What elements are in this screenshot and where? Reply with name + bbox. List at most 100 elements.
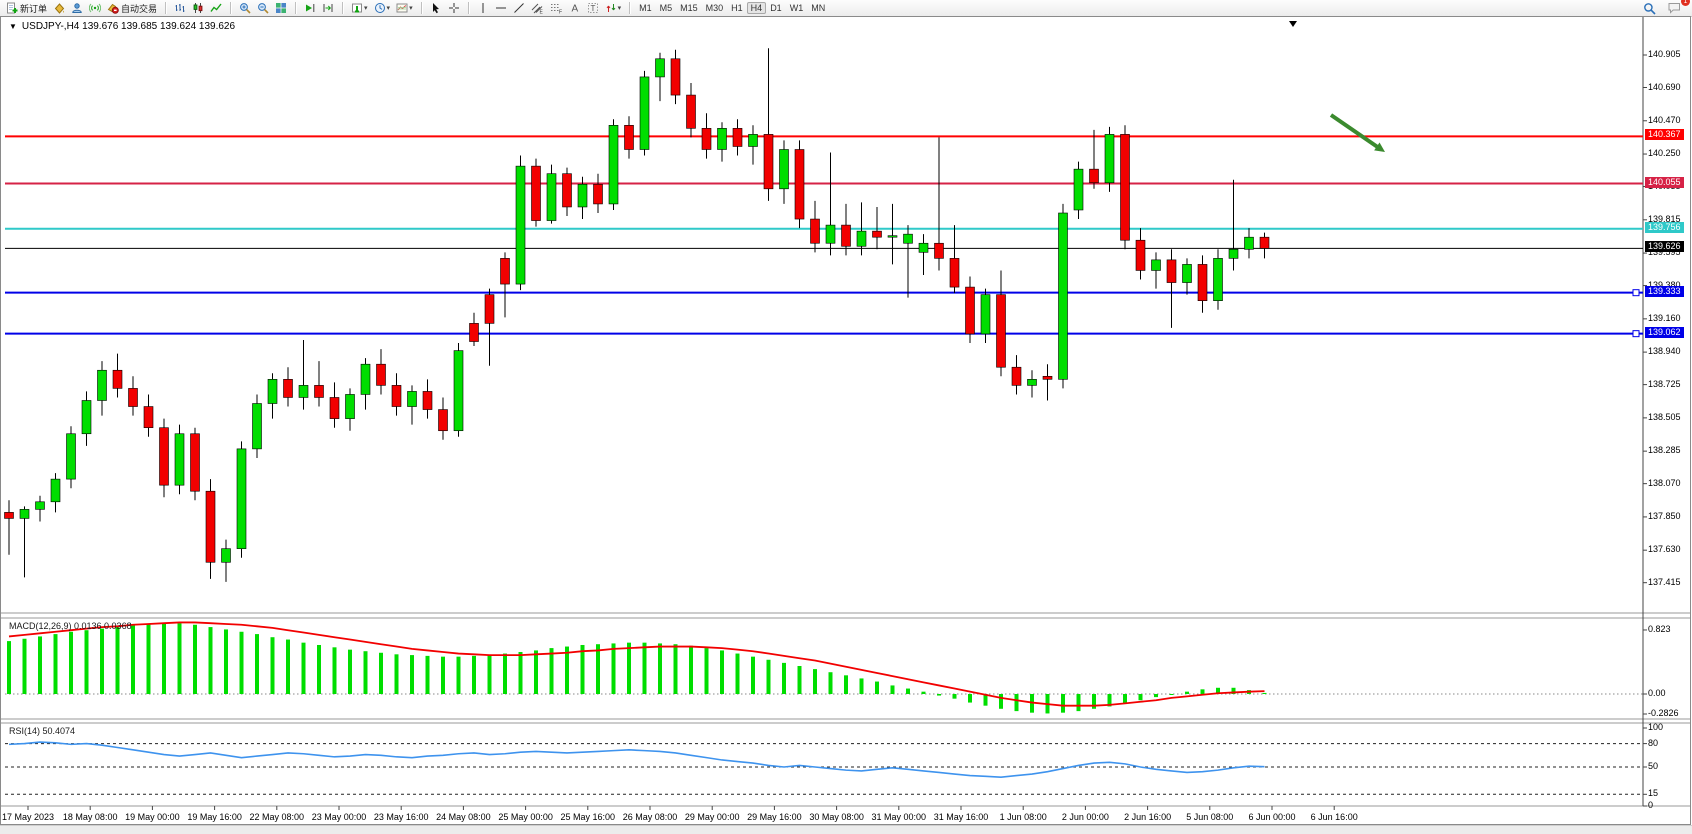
vertical-line-icon [477,2,489,14]
svg-text:E: E [539,10,543,15]
arrows-icon [605,2,617,14]
time-axis-label: 17 May 2023 [2,812,54,822]
signal-icon [89,2,101,14]
timeframe-D1[interactable]: D1 [766,2,786,14]
price-level-badge: 140.055 [1645,177,1684,188]
text-icon: A [569,2,581,14]
time-axis-label: 25 May 16:00 [561,812,616,822]
timeframe-M5[interactable]: M5 [656,2,677,14]
text-label-tool[interactable]: T [584,1,602,15]
time-axis-label: 2 Jun 16:00 [1124,812,1171,822]
price-axis-tick: 140.470 [1648,115,1681,125]
chart-title: ▼ USDJPY-,H4 139.676 139.685 139.624 139… [9,21,235,32]
fibonacci-icon: F [550,2,563,14]
cursor-tool-button[interactable] [427,1,445,15]
zoom-in-button[interactable] [236,1,254,15]
fibonacci-tool[interactable]: F [547,1,566,15]
candlestick-button[interactable] [189,1,207,15]
price-axis-tick: 137.415 [1648,577,1681,587]
time-axis-label: 19 May 00:00 [125,812,180,822]
arrows-tool[interactable]: ▾ [602,1,625,15]
chart-window[interactable]: ▼ USDJPY-,H4 139.676 139.685 139.624 139… [0,16,1691,825]
chart-shift-button[interactable] [319,1,337,15]
price-level-badge: 140.367 [1645,129,1684,140]
time-axis-label: 25 May 00:00 [498,812,553,822]
price-level-badge: 139.062 [1645,327,1684,338]
chart-title-text: USDJPY-,H4 139.676 139.685 139.624 139.6… [22,21,235,32]
line-handle[interactable] [1633,290,1639,296]
auto-scroll-button[interactable] [301,1,319,15]
vertical-line-tool[interactable] [474,1,492,15]
macd-axis-label: -0.2826 [1648,708,1679,718]
channel-icon: E [531,2,544,14]
timeframe-group: M1M5M15M30H1H4D1W1MN [632,0,832,16]
svg-text:T: T [590,4,595,13]
crosshair-icon [448,2,460,14]
templates-button[interactable]: ▾ [393,1,416,15]
timeframe-M1[interactable]: M1 [635,2,656,14]
text-tool[interactable]: A [566,1,584,15]
candlestick-icon [192,2,204,14]
time-axis-label: 5 Jun 08:00 [1186,812,1233,822]
chat-button[interactable]: 1 [1665,1,1684,15]
line-chart-icon [210,2,222,14]
price-level-badge: 139.756 [1645,222,1684,233]
indicators-button[interactable]: ▾ [348,1,371,15]
paint-bucket-button[interactable] [50,1,68,15]
line-chart-button[interactable] [207,1,225,15]
zoom-out-button[interactable] [254,1,272,15]
signal-button[interactable] [86,1,104,15]
rsi-axis-label: 80 [1648,738,1658,748]
channel-tool[interactable]: E [528,1,547,15]
line-handle[interactable] [1633,331,1639,337]
current-price-badge: 139.626 [1645,241,1684,252]
search-button[interactable] [1640,1,1659,16]
time-axis-label: 2 Jun 00:00 [1062,812,1109,822]
tile-windows-button[interactable] [272,1,290,15]
rsi-axis-label: 50 [1648,761,1658,771]
price-axis-tick: 140.905 [1648,49,1681,59]
time-axis-label: 23 May 00:00 [312,812,367,822]
horizontal-line-icon [495,2,507,14]
time-axis-label: 22 May 08:00 [250,812,305,822]
text-label-icon: T [587,2,599,14]
zoom-out-icon [257,2,269,14]
timeframe-W1[interactable]: W1 [786,2,808,14]
macd-axis-label: 0.00 [1648,688,1666,698]
trendline-icon [513,2,525,14]
price-axis-tick: 138.505 [1648,412,1681,422]
price-chart-canvas[interactable] [1,17,1690,824]
bar-chart-button[interactable] [171,1,189,15]
periods-icon [374,2,386,14]
trendline-tool[interactable] [510,1,528,15]
chart-title-dropdown-icon[interactable]: ▼ [9,22,17,31]
main-toolbar: 新订单 自动交易 ▾ ▾ ▾ [0,0,1692,17]
new-order-button[interactable]: 新订单 [3,1,50,16]
timeframe-M15[interactable]: M15 [676,2,702,14]
tile-windows-icon [275,2,287,14]
macd-label: MACD(12,26,9) 0.0136 0.0368 [9,621,132,631]
profile-icon [71,2,83,14]
time-axis-label: 26 May 08:00 [623,812,678,822]
time-axis-label: 23 May 16:00 [374,812,429,822]
rsi-axis-label: 15 [1648,788,1658,798]
price-axis-tick: 138.070 [1648,478,1681,488]
profile-button[interactable] [68,1,86,15]
timeframe-H1[interactable]: H1 [727,2,747,14]
timeframe-MN[interactable]: MN [807,2,829,14]
autotrade-label: 自动交易 [121,2,157,15]
zoom-in-icon [239,2,251,14]
price-axis-tick: 138.285 [1648,445,1681,455]
timeframe-M30[interactable]: M30 [702,2,728,14]
horizontal-line-tool[interactable] [492,1,510,15]
rsi-label: RSI(14) 50.4074 [9,726,75,736]
periods-button[interactable]: ▾ [371,1,394,15]
timeframe-H4[interactable]: H4 [747,2,767,14]
new-order-label: 新订单 [20,2,47,15]
search-icon [1643,2,1656,15]
price-axis-tick: 138.725 [1648,379,1681,389]
price-axis-tick: 140.690 [1648,82,1681,92]
price-axis-tick: 140.250 [1648,148,1681,158]
autotrade-button[interactable]: 自动交易 [104,1,160,16]
crosshair-tool-button[interactable] [445,1,463,15]
